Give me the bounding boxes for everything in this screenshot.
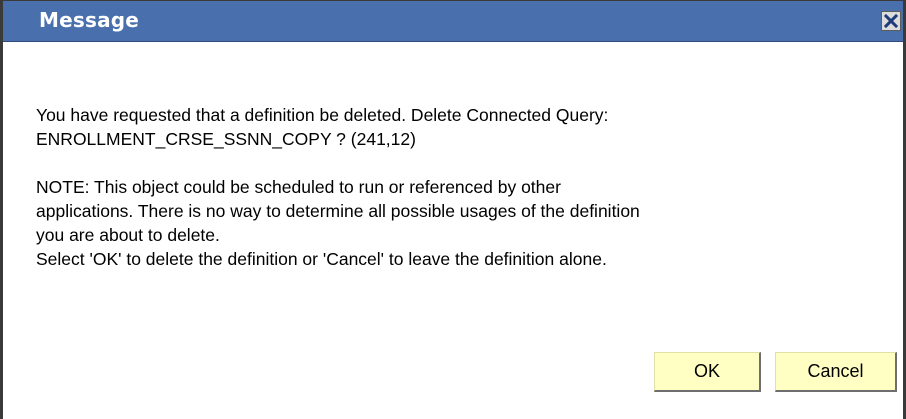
note-line: applications. There is no way to determi… [36,201,640,221]
note-line: Select 'OK' to delete the definition or … [36,249,607,269]
cancel-button[interactable]: Cancel [775,352,897,392]
message-line: You have requested that a definition be … [36,105,609,125]
note-line: NOTE: This object could be scheduled to … [36,177,561,197]
close-icon [883,13,899,29]
message-dialog: Message You have requested that a defini… [0,0,906,419]
ok-button[interactable]: OK [654,352,761,392]
message-line: ENROLLMENT_CRSE_SSNN_COPY ? (241,12) [36,129,416,149]
close-button[interactable] [881,11,901,31]
dialog-titlebar: Message [3,1,903,42]
dialog-title: Message [39,8,140,32]
note-line: you are about to delete. [36,225,220,245]
dialog-message: You have requested that a definition be … [36,103,896,271]
